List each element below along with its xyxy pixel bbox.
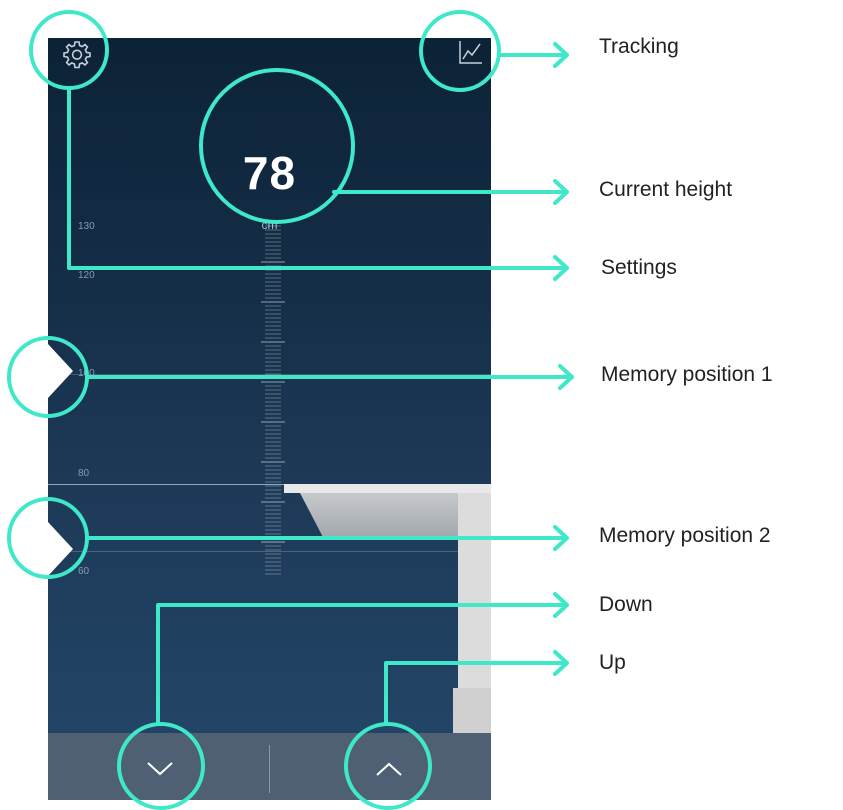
tracking-label: Tracking xyxy=(599,35,679,58)
up-label: Up xyxy=(599,651,626,674)
memory-position-1-label: Memory position 1 xyxy=(601,363,773,386)
down-label: Down xyxy=(599,593,653,616)
memory-position-2-label: Memory position 2 xyxy=(599,524,771,547)
settings-label: Settings xyxy=(601,256,677,279)
current-height-label: Current height xyxy=(599,178,733,201)
callout-connectors xyxy=(67,42,574,724)
